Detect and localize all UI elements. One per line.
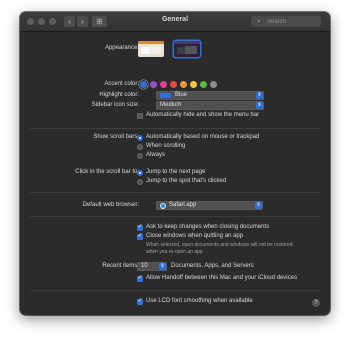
jump-to-spot-label: Jump to the spot that's clicked xyxy=(146,178,227,184)
auto-hide-menu-bar-label: Automatically hide and show the menu bar xyxy=(146,112,260,118)
accent-swatch-orange[interactable] xyxy=(180,81,187,88)
safari-icon xyxy=(160,202,166,209)
recent-items-label: Recent items: xyxy=(102,263,139,269)
sidebar-icon-size-label: Sidebar icon size: xyxy=(91,102,139,108)
general-preferences-window: ‹ › ⊞ General ⌕ Appearance: Accent color… xyxy=(20,12,330,315)
help-button[interactable]: ? xyxy=(312,299,320,307)
allow-handoff-checkbox[interactable] xyxy=(137,274,143,282)
jump-to-spot-radio[interactable] xyxy=(137,179,143,185)
highlight-color-swatch xyxy=(160,93,171,98)
close-windows-note-continued: when you re-open an app. xyxy=(146,249,205,255)
title-bar: ‹ › ⊞ General ⌕ xyxy=(20,12,330,32)
forward-button[interactable]: › xyxy=(77,16,88,27)
sidebar-icon-size-popup[interactable]: Medium ⇕ xyxy=(156,101,264,110)
scroll-bars-automatic-label: Automatically based on mouse or trackpad xyxy=(146,134,260,140)
scroll-bars-when-scrolling-radio[interactable] xyxy=(137,144,143,150)
close-windows-note: When selected, open documents and window… xyxy=(146,242,293,248)
divider xyxy=(30,290,320,291)
ask-keep-changes-label: Ask to keep changes when closing documen… xyxy=(146,224,270,230)
allow-handoff-label: Allow Handoff between this Mac and your … xyxy=(146,275,297,281)
accent-swatch-graphite[interactable] xyxy=(210,81,217,88)
recent-items-popup[interactable]: 10 ⇕ xyxy=(137,262,167,271)
scroll-bars-always-radio[interactable] xyxy=(137,153,143,159)
appearance-dark-option[interactable] xyxy=(174,41,200,57)
lcd-font-smoothing-label: Use LCD font smoothing when available xyxy=(146,298,253,304)
divider xyxy=(30,216,320,217)
chevron-updown-icon: ⇕ xyxy=(159,263,166,270)
scroll-bars-always-label: Always xyxy=(146,152,166,158)
close-window-button[interactable] xyxy=(27,18,34,25)
accent-color-label: Accent color: xyxy=(104,81,139,87)
close-windows-label: Close windows when quitting an app xyxy=(146,233,244,239)
scroll-bars-automatic-radio[interactable] xyxy=(137,135,143,141)
close-windows-checkbox[interactable] xyxy=(137,232,143,240)
window-title: General xyxy=(161,16,189,23)
zoom-window-button[interactable] xyxy=(49,18,56,25)
ask-keep-changes-checkbox[interactable] xyxy=(137,223,143,231)
divider xyxy=(30,192,320,193)
accent-swatch-red[interactable] xyxy=(170,81,177,88)
scroll-bars-when-scrolling-label: When scrolling xyxy=(146,143,186,149)
accent-swatch-green[interactable] xyxy=(200,81,207,88)
accent-swatch-pink[interactable] xyxy=(160,81,167,88)
back-button[interactable]: ‹ xyxy=(64,16,75,27)
highlight-color-value: Blue xyxy=(175,92,188,98)
appearance-light-option[interactable] xyxy=(138,41,164,57)
highlight-color-popup[interactable]: Blue ⇕ xyxy=(156,91,264,100)
default-browser-popup[interactable]: Safari.app ⇕ xyxy=(156,201,263,210)
chevron-updown-icon: ⇕ xyxy=(256,102,263,109)
chevron-updown-icon: ⇕ xyxy=(256,92,263,99)
search-field[interactable]: ⌕ xyxy=(251,16,321,27)
accent-swatch-yellow[interactable] xyxy=(190,81,197,88)
show-scroll-bars-label: Show scroll bars: xyxy=(93,134,139,140)
minimize-window-button[interactable] xyxy=(38,18,45,25)
jump-next-page-radio[interactable] xyxy=(137,170,143,176)
jump-next-page-label: Jump to the next page xyxy=(146,169,206,175)
lcd-font-smoothing-checkbox[interactable] xyxy=(137,297,143,305)
divider xyxy=(30,128,320,129)
chevron-updown-icon: ⇕ xyxy=(255,202,262,209)
search-input[interactable] xyxy=(267,16,317,27)
recent-items-value: 10 xyxy=(141,263,148,269)
accent-swatch-purple[interactable] xyxy=(150,81,157,88)
auto-hide-menu-bar-checkbox[interactable] xyxy=(137,113,143,119)
recent-items-suffix: Documents, Apps, and Servers xyxy=(171,263,254,269)
default-browser-label: Default web browser: xyxy=(82,202,139,208)
highlight-color-label: Highlight color: xyxy=(99,92,139,98)
accent-swatch-blue[interactable] xyxy=(140,81,147,88)
appearance-label: Appearance: xyxy=(104,45,139,51)
default-browser-value: Safari.app xyxy=(169,202,197,208)
click-scroll-bar-label: Click in the scroll bar to: xyxy=(75,169,139,175)
search-icon: ⌕ xyxy=(257,18,261,25)
sidebar-icon-size-value: Medium xyxy=(160,102,182,108)
show-all-grid-button[interactable]: ⊞ xyxy=(92,16,107,27)
